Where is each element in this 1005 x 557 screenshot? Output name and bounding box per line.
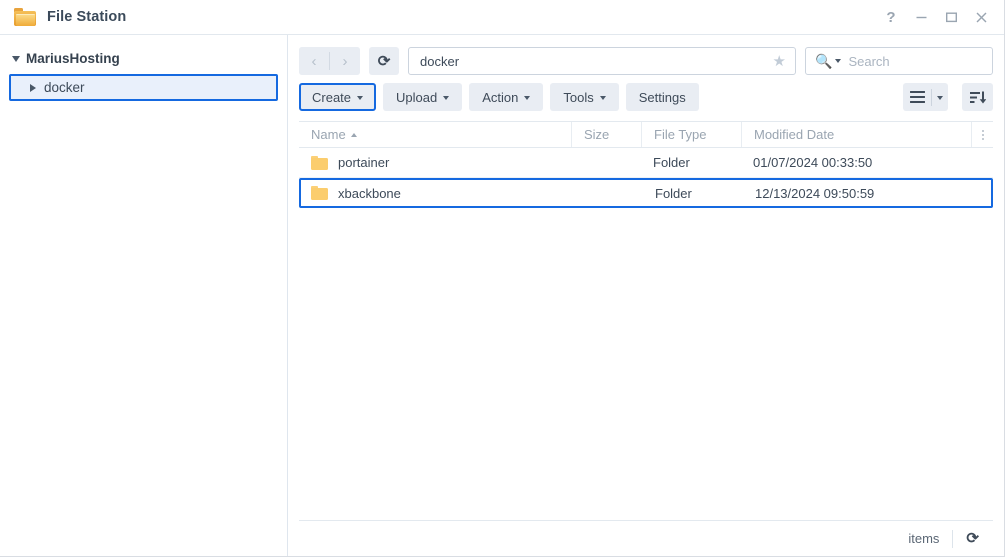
page-title: File Station bbox=[47, 9, 127, 25]
refresh-icon[interactable]: ⟳ bbox=[953, 531, 979, 546]
table-row[interactable]: xbackbone Folder 12/13/2024 09:50:59 bbox=[299, 178, 993, 208]
chevron-down-icon bbox=[443, 96, 450, 100]
column-header-file-type-label: File Type bbox=[654, 127, 707, 142]
chevron-down-icon bbox=[357, 96, 364, 100]
folder-icon bbox=[311, 155, 328, 170]
chevron-down-icon[interactable] bbox=[835, 59, 842, 63]
window-body: MariusHosting docker ‹ › ⟳ docker ★ 🔍 Se… bbox=[0, 35, 1004, 556]
view-mode-group bbox=[903, 83, 948, 111]
settings-button-label: Settings bbox=[638, 89, 686, 105]
settings-button[interactable]: Settings bbox=[625, 83, 699, 111]
file-list-header: Name Size File Type Modified Date bbox=[299, 121, 993, 148]
tools-button-label: Tools bbox=[563, 89, 594, 105]
column-header-name[interactable]: Name bbox=[299, 122, 571, 147]
chevron-down-icon bbox=[524, 96, 531, 100]
sidebar-item-label: docker bbox=[44, 80, 85, 95]
minimize-icon[interactable] bbox=[906, 3, 936, 33]
cell-modified-date: 01/07/2024 00:33:50 bbox=[753, 155, 873, 170]
help-icon[interactable]: ? bbox=[876, 3, 906, 33]
refresh-button[interactable]: ⟳ bbox=[369, 47, 399, 75]
path-input[interactable]: docker ★ bbox=[408, 47, 796, 75]
create-button-label: Create bbox=[312, 89, 352, 105]
chevron-down-icon bbox=[599, 96, 606, 100]
create-button[interactable]: Create bbox=[299, 83, 377, 111]
chevron-down-icon[interactable] bbox=[932, 83, 948, 111]
chevron-down-icon[interactable] bbox=[12, 56, 20, 62]
tools-button[interactable]: Tools bbox=[550, 83, 619, 111]
column-header-modified-date[interactable]: Modified Date bbox=[741, 122, 971, 147]
sort-ascending-icon bbox=[350, 132, 357, 137]
table-row[interactable]: portainer Folder 01/07/2024 00:33:50 bbox=[299, 148, 993, 178]
close-icon[interactable] bbox=[966, 3, 996, 33]
search-input[interactable]: 🔍 Search bbox=[805, 47, 993, 75]
search-placeholder: Search bbox=[848, 53, 890, 69]
chevron-right-icon: › bbox=[342, 52, 348, 70]
back-button[interactable]: ‹ bbox=[299, 47, 329, 75]
status-bar: items ⟳ bbox=[299, 520, 993, 556]
file-name: xbackbone bbox=[338, 185, 401, 201]
cell-name: portainer bbox=[299, 155, 571, 170]
sidebar-item-docker[interactable]: docker bbox=[9, 74, 278, 101]
column-header-modified-date-label: Modified Date bbox=[754, 127, 835, 142]
sidebar-root-mariushosting[interactable]: MariusHosting bbox=[0, 48, 287, 69]
upload-button-label: Upload bbox=[396, 89, 438, 105]
file-name: portainer bbox=[338, 155, 390, 170]
sort-descending-icon[interactable] bbox=[962, 83, 993, 111]
toolbar: Create Upload Action Tools Settings bbox=[288, 75, 1004, 111]
main-pane: ‹ › ⟳ docker ★ 🔍 Search Create Upload Ac… bbox=[288, 35, 1004, 556]
item-count-label: items bbox=[908, 531, 940, 546]
cell-file-type: Folder bbox=[655, 185, 692, 201]
refresh-icon: ⟳ bbox=[377, 52, 391, 70]
cell-modified-date: 12/13/2024 09:50:59 bbox=[755, 185, 875, 201]
maximize-icon[interactable] bbox=[936, 3, 966, 33]
column-header-size-label: Size bbox=[584, 127, 610, 142]
chevron-left-icon: ‹ bbox=[311, 52, 317, 70]
column-header-file-type[interactable]: File Type bbox=[641, 122, 741, 147]
sidebar-root-label: MariusHosting bbox=[26, 51, 120, 66]
file-list-empty-area bbox=[288, 208, 1004, 520]
action-button[interactable]: Action bbox=[469, 83, 544, 111]
action-button-label: Action bbox=[482, 89, 519, 105]
star-icon[interactable]: ★ bbox=[773, 54, 786, 69]
file-list: Name Size File Type Modified Date portai… bbox=[288, 121, 1004, 208]
titlebar: File Station ? bbox=[0, 0, 1004, 35]
path-value: docker bbox=[420, 53, 460, 69]
chevron-right-icon[interactable] bbox=[30, 83, 36, 92]
file-station-window: File Station ? MariusHosting docker ‹ › … bbox=[0, 0, 1005, 557]
kebab-menu-icon[interactable] bbox=[971, 122, 993, 147]
sidebar: MariusHosting docker bbox=[0, 35, 288, 556]
cell-file-type: Folder bbox=[653, 155, 690, 170]
titlebar-left: File Station bbox=[0, 8, 126, 26]
window-controls: ? bbox=[876, 0, 996, 35]
folder-icon bbox=[14, 8, 36, 26]
forward-button[interactable]: › bbox=[330, 47, 360, 75]
folder-icon bbox=[311, 186, 328, 200]
search-icon: 🔍 bbox=[815, 53, 833, 69]
column-header-size[interactable]: Size bbox=[571, 122, 641, 147]
column-header-name-label: Name bbox=[311, 127, 346, 142]
cell-name: xbackbone bbox=[301, 186, 573, 201]
upload-button[interactable]: Upload bbox=[383, 83, 463, 111]
list-view-icon[interactable] bbox=[903, 83, 931, 111]
nav-history-group: ‹ › bbox=[299, 47, 360, 75]
navigation-bar: ‹ › ⟳ docker ★ 🔍 Search bbox=[288, 35, 1004, 75]
